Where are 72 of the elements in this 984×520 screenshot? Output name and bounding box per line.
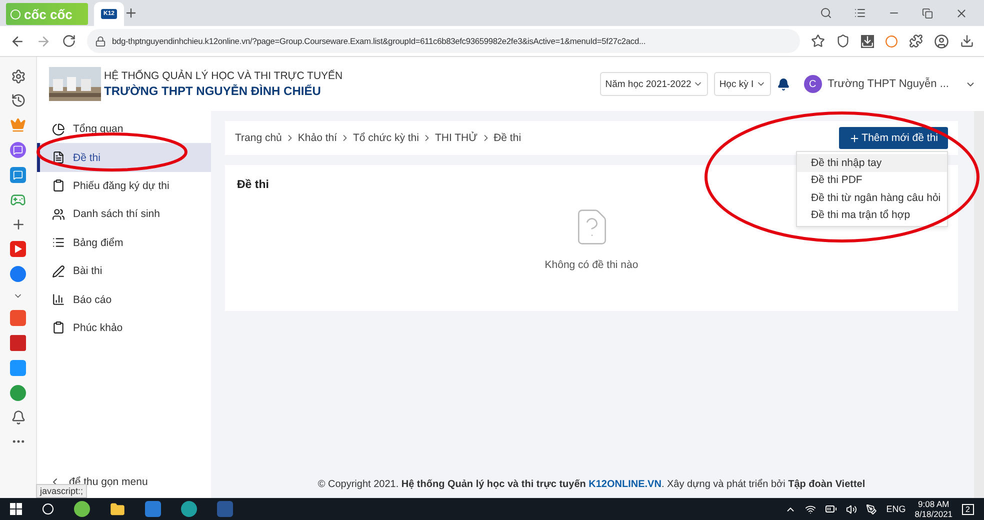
battery-icon[interactable] [825, 503, 838, 515]
search-icon[interactable] [42, 503, 54, 515]
star-icon[interactable] [811, 34, 825, 48]
download-icon[interactable] [960, 34, 974, 48]
term-select[interactable]: Học kỳ I [714, 72, 771, 96]
dropdown-item[interactable]: Đề thi PDF [797, 172, 947, 189]
card-title: Đề thi [237, 179, 269, 191]
school-name: TRƯỜNG THPT NGUYỄN ĐÌNH CHIỂU [104, 84, 322, 98]
site-link[interactable]: K12ONLINE.VN [588, 479, 662, 490]
dropdown-item[interactable]: Đề thi ma trận tổ hợp [797, 206, 947, 224]
empty-message: Không có đề thi nào [544, 259, 638, 271]
shield-icon[interactable] [836, 34, 850, 48]
menu-item[interactable]: Danh sách thí sinh [37, 200, 211, 229]
avatar: C [804, 75, 822, 93]
back-icon[interactable] [10, 34, 25, 48]
close-icon[interactable] [955, 6, 968, 20]
notification-button[interactable]: 2 [962, 504, 974, 514]
breadcrumb-link[interactable]: THI THỬ [434, 132, 478, 144]
address-field[interactable]: bdg-thptnguyendinhchieu.k12online.vn/?page=Group.Courseware.Exam.list&groupId=611c6b83efc93659982e2fe3&isActive=1&menuId=5f27c2acd... [87, 29, 800, 53]
folder-icon[interactable] [110, 502, 125, 516]
breadcrumb-link[interactable]: Đề thi [494, 132, 522, 144]
restore-icon[interactable] [922, 8, 933, 18]
circle-icon [10, 8, 21, 20]
user-name[interactable]: Trường THPT Nguyễn ... [828, 78, 949, 90]
tooltip: javascript:; [36, 484, 88, 498]
clipboard-icon [52, 321, 65, 334]
volume-icon[interactable] [846, 504, 858, 514]
dropdown-item[interactable]: Đề thi nhập tay [797, 154, 947, 172]
add-exam-button[interactable]: Thêm mới đề thi [838, 127, 948, 149]
chat-bubble-icon[interactable] [10, 142, 26, 158]
breadcrumb-link[interactable]: Khảo thí [298, 132, 338, 144]
puzzle-icon[interactable] [909, 34, 923, 48]
chat-app-icon[interactable] [10, 167, 26, 183]
menu-item[interactable]: Tổng quan [37, 115, 211, 144]
clock[interactable]: 9:08 AM 8/18/2021 [914, 499, 953, 519]
menu-item[interactable]: Bảng điểm [37, 228, 211, 257]
pie-chart-icon [52, 122, 65, 136]
menu-item[interactable]: Bài thi [37, 256, 211, 286]
notification-bell-icon[interactable] [776, 78, 790, 90]
form-icon [52, 179, 65, 192]
add-icon[interactable] [10, 217, 26, 232]
menu-item[interactable]: Phúc khảo [37, 314, 211, 342]
breadcrumb-link[interactable]: Trang chủ [235, 132, 282, 144]
year-select[interactable]: Năm học 2021-2022 [600, 72, 708, 96]
lock-icon [95, 36, 106, 46]
menu-item[interactable]: Báo cáo [37, 285, 211, 314]
play-icon[interactable] [10, 241, 26, 257]
menu-item[interactable]: Phiếu đăng ký dự thi [37, 172, 211, 200]
extension-icon[interactable] [885, 34, 898, 48]
download-icon[interactable] [861, 34, 874, 48]
reload-icon[interactable] [62, 34, 76, 48]
start-icon[interactable] [10, 503, 22, 515]
gamepad-icon[interactable] [10, 192, 26, 208]
system-title: HỆ THỐNG QUẢN LÝ HỌC VÀ THI TRỰC TUYẾN [104, 70, 343, 82]
document-icon [52, 151, 65, 164]
list-icon [52, 236, 65, 250]
pen-icon[interactable] [866, 504, 878, 514]
history-icon[interactable] [10, 93, 26, 108]
new-tab-icon[interactable] [124, 6, 138, 20]
language-indicator[interactable]: ENG [886, 504, 906, 514]
settings-icon[interactable] [10, 69, 26, 84]
users-icon [52, 208, 65, 221]
profile-icon[interactable] [934, 34, 949, 48]
bell-icon[interactable] [10, 410, 26, 425]
plus-icon [848, 132, 860, 144]
dropdown-item[interactable]: Đề thi từ ngân hàng câu hỏi [797, 189, 947, 206]
copyright-text: © Copyright 2021. Hệ thống Quản lý học và thi trực tuyến K12ONLINE.VN. Xây dựng và phát triển bởi Tập đoàn Viettel [316, 479, 866, 490]
bar-chart-icon [52, 293, 65, 306]
url-text: bdg-thptnguyendinhchieu.k12online.vn/?page=Group.Courseware.Exam.list&groupId=611c6b83efc93659982e2fe3&isActive=1&menuId=5f27c2acd... [112, 36, 646, 46]
breadcrumb-link[interactable]: Tổ chức kỳ thi [353, 132, 419, 144]
pen-icon [52, 264, 65, 278]
wifi-icon[interactable] [805, 504, 816, 514]
